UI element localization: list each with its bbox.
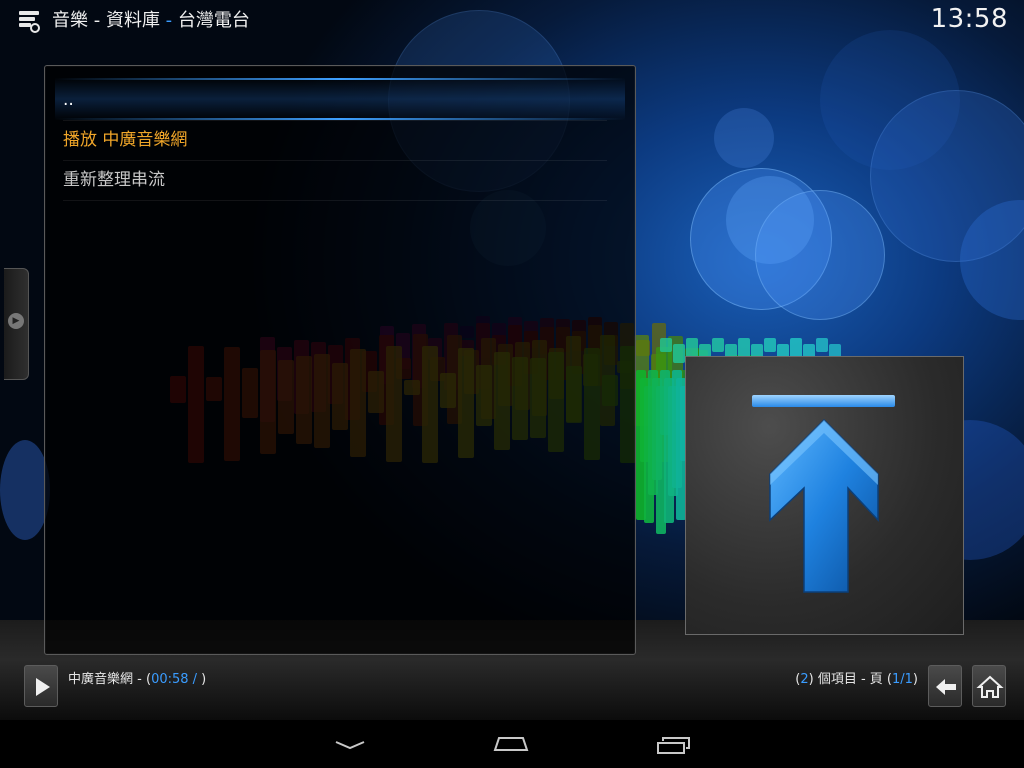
now-playing-time: 00:58 / (151, 672, 198, 687)
folder-thumbnail (685, 356, 964, 635)
list-item-play-stream[interactable]: 播放 中廣音樂網 (63, 120, 607, 161)
visualizer-bar (816, 338, 828, 352)
visualizer-bar (660, 338, 672, 352)
now-playing-title: 中廣音樂網 (68, 672, 134, 687)
item-count-label: 個項目 - 頁 (813, 672, 887, 687)
android-home-icon[interactable] (492, 734, 530, 754)
play-icon (36, 678, 50, 696)
item-count-value: 2 (800, 672, 809, 687)
play-button[interactable] (24, 665, 58, 707)
breadcrumb-section: 音樂 (52, 10, 88, 31)
paren: ) (912, 672, 918, 687)
item-count: (2) 個項目 - 頁 (1/1) (795, 668, 918, 687)
visualizer-bar (712, 338, 724, 352)
kodi-logo-icon (19, 11, 40, 33)
visualizer-bar (764, 338, 776, 352)
clock: 13:58 (930, 4, 1008, 34)
back-button[interactable] (928, 665, 962, 707)
home-icon (976, 675, 1004, 698)
chevron-right-icon: ▶ (8, 313, 24, 329)
page-indicator: 1/1 (892, 672, 913, 687)
bokeh-bubble (0, 440, 50, 540)
breadcrumb-folder: 台灣電台 (177, 10, 250, 31)
breadcrumb: 音樂 - 資料庫 - 台灣電台 (52, 9, 250, 33)
breadcrumb-separator: - (88, 10, 106, 31)
list-item-refresh-stream[interactable]: 重新整理串流 (63, 160, 607, 201)
now-playing-separator: - (133, 672, 146, 687)
paren: ) (197, 672, 207, 687)
android-recents-icon[interactable] (655, 734, 693, 756)
android-back-icon[interactable] (333, 734, 367, 754)
android-navigation-bar (0, 720, 1024, 768)
bokeh-bubble (714, 108, 774, 168)
home-button[interactable] (972, 665, 1006, 707)
visualizer-bar (673, 344, 685, 363)
side-menu-tab[interactable]: ▶ (4, 268, 29, 380)
up-arrow-icon (752, 395, 895, 593)
bokeh-bubble (820, 30, 960, 170)
back-arrow-icon (936, 679, 956, 695)
file-list-panel: .. 播放 中廣音樂網 重新整理串流 (44, 65, 636, 655)
bokeh-bubble (726, 176, 814, 264)
breadcrumb-library: 資料庫 (105, 10, 160, 31)
now-playing-info: 中廣音樂網 - (00:58 / ) (68, 668, 206, 687)
list-item-parent-folder[interactable]: .. (63, 80, 607, 121)
breadcrumb-separator: - (159, 10, 178, 31)
